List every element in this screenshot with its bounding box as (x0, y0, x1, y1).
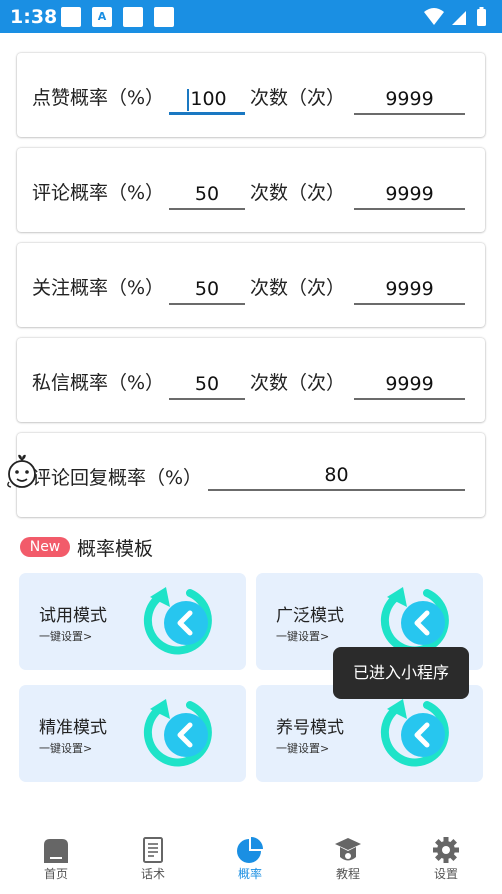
message-rate-input[interactable]: 50 (169, 370, 245, 400)
template-name: 广泛模式 (276, 606, 344, 626)
message-settings-card: 私信概率（%） 50 次数（次） 9999 (17, 338, 485, 422)
floating-avatar-icon[interactable] (4, 452, 40, 490)
notification-icon (154, 7, 174, 27)
new-badge: New (20, 537, 70, 557)
like-rate-value: 100 (190, 88, 227, 110)
nav-item-scripts[interactable]: 话术 (103, 830, 203, 894)
nav-label: 教程 (335, 867, 360, 881)
like-rate-input[interactable]: 100 (169, 85, 245, 115)
message-count-label: 次数（次） (250, 372, 346, 394)
like-count-input[interactable]: 9999 (354, 85, 465, 115)
template-card-precise[interactable]: 精准模式 一键设置> (19, 685, 246, 782)
reply-settings-card: 评论回复概率（%） 80 (17, 433, 485, 517)
history-arrow-icon (143, 699, 212, 767)
comment-count-label: 次数（次） (250, 182, 346, 204)
status-bar: 1:38 A (0, 0, 502, 33)
like-settings-card: 点赞概率（%） 100 次数（次） 9999 (17, 53, 485, 137)
pie-chart-icon (237, 837, 263, 863)
comment-rate-input[interactable]: 50 (169, 180, 245, 210)
template-setup-link[interactable]: 一键设置> (39, 740, 92, 756)
home-icon (44, 839, 68, 863)
templates-section-title: 概率模板 (77, 538, 154, 560)
document-icon (143, 837, 163, 863)
template-setup-link[interactable]: 一键设置> (276, 628, 329, 644)
template-card-trial[interactable]: 试用模式 一键设置> (19, 573, 246, 670)
follow-count-input[interactable]: 9999 (354, 275, 465, 305)
like-count-label: 次数（次） (250, 87, 346, 109)
wifi-icon (424, 8, 444, 25)
history-arrow-icon (143, 587, 212, 655)
reply-rate-input[interactable]: 80 (208, 461, 465, 491)
gear-icon (433, 837, 459, 863)
comment-settings-card: 评论概率（%） 50 次数（次） 9999 (17, 148, 485, 232)
status-time: 1:38 (10, 6, 58, 28)
reply-rate-label: 评论回复概率（%） (32, 467, 203, 489)
message-count-input[interactable]: 9999 (354, 370, 465, 400)
template-name: 精准模式 (39, 718, 107, 738)
notification-icon (123, 7, 143, 27)
template-name: 养号模式 (276, 718, 344, 738)
battery-icon (477, 9, 486, 26)
notification-icon (61, 7, 81, 27)
message-rate-label: 私信概率（%） (32, 372, 165, 394)
bottom-nav: 首页 话术 概率 教程 设置 (0, 830, 502, 894)
nav-item-probability[interactable]: 概率 (200, 830, 300, 894)
follow-rate-label: 关注概率（%） (32, 277, 165, 299)
template-card-nurture[interactable]: 养号模式 一键设置> (256, 685, 483, 782)
follow-settings-card: 关注概率（%） 50 次数（次） 9999 (17, 243, 485, 327)
signal-icon (452, 11, 466, 25)
follow-count-label: 次数（次） (250, 277, 346, 299)
nav-item-settings[interactable]: 设置 (396, 830, 496, 894)
comment-count-input[interactable]: 9999 (354, 180, 465, 210)
nav-label: 概率 (237, 867, 262, 881)
template-name: 试用模式 (39, 606, 107, 626)
like-rate-label: 点赞概率（%） (32, 87, 165, 109)
nav-label: 话术 (140, 867, 165, 881)
system-status-icons (424, 7, 486, 26)
keyboard-a-icon: A (92, 7, 112, 27)
template-setup-link[interactable]: 一键设置> (276, 740, 329, 756)
nav-item-home[interactable]: 首页 (6, 830, 106, 894)
history-arrow-icon (380, 699, 449, 767)
comment-rate-label: 评论概率（%） (32, 182, 165, 204)
nav-label: 首页 (43, 867, 68, 881)
graduation-cap-icon (335, 838, 361, 861)
nav-item-tutorial[interactable]: 教程 (298, 830, 398, 894)
toast-message: 已进入小程序 (333, 647, 469, 699)
follow-rate-input[interactable]: 50 (169, 275, 245, 305)
nav-label: 设置 (433, 867, 458, 881)
template-setup-link[interactable]: 一键设置> (39, 628, 92, 644)
